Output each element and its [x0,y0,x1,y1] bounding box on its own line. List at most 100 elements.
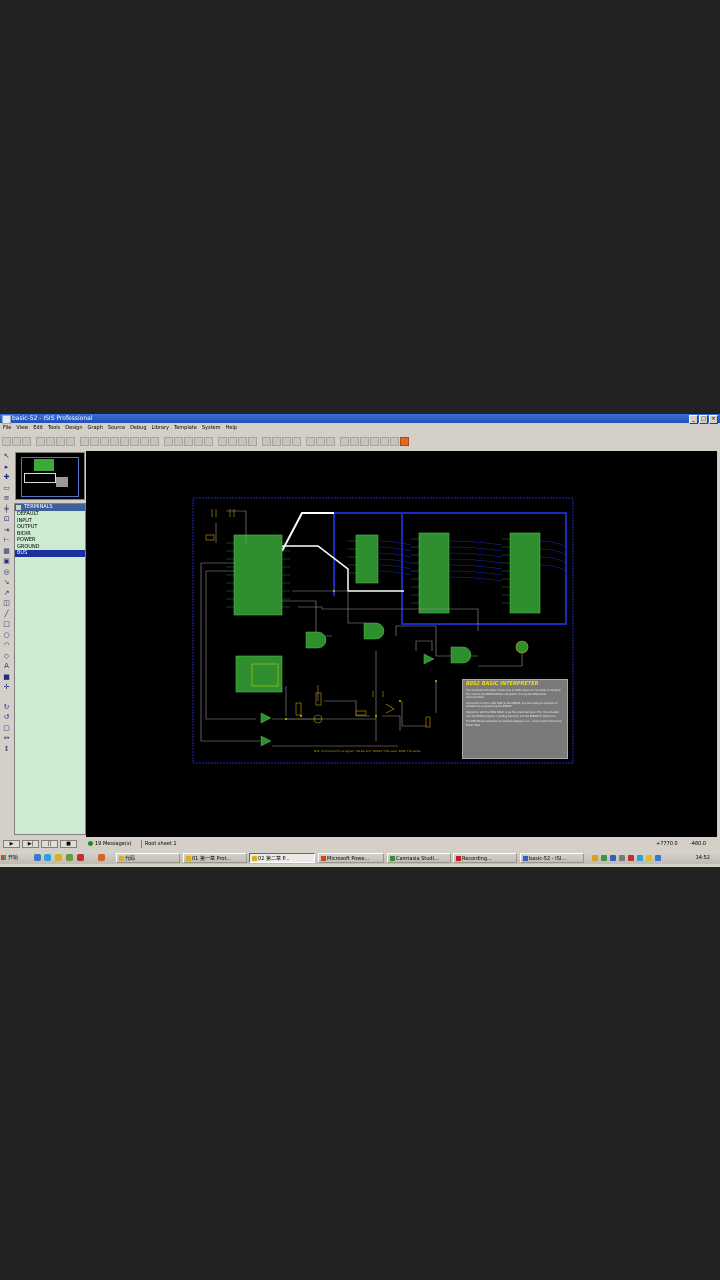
volume-icon[interactable] [646,855,652,861]
redo-button[interactable] [174,436,183,446]
pan-button[interactable] [110,436,119,446]
terminals-mode-icon[interactable]: ⇥ [2,526,11,535]
task-chapter-2[interactable]: 02 第二章 P... [249,853,315,863]
virtual-instruments-icon[interactable]: ◫ [2,599,11,608]
pick-button[interactable] [16,505,21,510]
schematic-canvas[interactable]: 8052 BASIC INTERPRETER This schematic/si… [86,451,717,837]
maximize-button[interactable]: □ [699,415,708,424]
copy-button[interactable] [194,436,203,446]
tray-icon[interactable] [655,855,661,861]
rotate-ccw-icon[interactable]: ↺ [2,713,11,722]
symbol-tool-icon[interactable]: ■ [2,673,11,682]
export-button[interactable] [46,436,55,446]
redraw-button[interactable] [80,436,89,446]
arc-tool-icon[interactable]: ◠ [2,641,11,650]
play-button[interactable]: ▶ [3,840,20,848]
open-file-button[interactable] [12,436,21,446]
decompose-button[interactable] [292,436,301,446]
text-script-icon[interactable]: ≡ [2,494,11,503]
box-tool-icon[interactable]: □ [2,620,11,629]
ares-button[interactable] [400,436,409,446]
tray-icon[interactable] [619,855,625,861]
search-tag-button[interactable] [316,436,325,446]
exit-parent-button[interactable] [360,436,369,446]
mirror-horizontal-icon[interactable]: ↔ [2,734,11,743]
menu-library[interactable]: Library [152,424,169,433]
subcircuit-icon[interactable]: ⊡ [2,515,11,524]
zoom-area-button[interactable] [150,436,159,446]
messages-indicator[interactable]: 19 Message(s) [88,840,131,848]
ie-icon[interactable] [44,854,51,861]
rotation-angle-icon[interactable]: ▢ [2,724,11,733]
save-file-button[interactable] [22,436,31,446]
task-isis[interactable]: basic-52 - ISI... [520,853,584,863]
grid-button[interactable] [90,436,99,446]
stop-button[interactable]: ■ [60,840,77,848]
tray-icon[interactable] [601,855,607,861]
netlist-button[interactable] [390,436,399,446]
close-button[interactable]: × [709,415,718,424]
bill-of-materials-button[interactable] [370,436,379,446]
acrobat-icon[interactable] [77,854,84,861]
network-icon[interactable] [610,855,616,861]
current-probe-icon[interactable]: ↗ [2,589,11,598]
print-button[interactable] [56,436,65,446]
show-desktop-icon[interactable] [34,854,41,861]
circle-tool-icon[interactable]: ○ [2,631,11,640]
cut-button[interactable] [184,436,193,446]
folder-icon[interactable] [55,854,62,861]
import-button[interactable] [36,436,45,446]
app-icon[interactable] [66,854,73,861]
mirror-vertical-icon[interactable]: ↕ [2,745,11,754]
menu-edit[interactable]: Edit [33,424,43,433]
block-rotate-button[interactable] [238,436,247,446]
quicklaunch-icon[interactable] [98,854,105,861]
tray-icon[interactable] [628,855,634,861]
zoom-all-button[interactable] [140,436,149,446]
packaging-button[interactable] [282,436,291,446]
menu-help[interactable]: Help [225,424,236,433]
start-button[interactable]: 开始 [1,853,26,863]
terminal-bus[interactable]: BUS [15,550,85,557]
menu-graph[interactable]: Graph [88,424,103,433]
component-mode-icon[interactable]: ▸ [2,463,11,472]
tray-icon[interactable] [637,855,643,861]
new-sheet-button[interactable] [340,436,349,446]
path-tool-icon[interactable]: ◇ [2,652,11,661]
taskbar-clock[interactable]: 14:52 [696,853,710,863]
bus-mode-icon[interactable]: ╪ [2,505,11,514]
make-device-button[interactable] [272,436,281,446]
zoom-in-button[interactable] [120,436,129,446]
tape-recorder-icon[interactable]: ▣ [2,557,11,566]
erc-button[interactable] [380,436,389,446]
line-tool-icon[interactable]: ╱ [2,610,11,619]
block-move-button[interactable] [228,436,237,446]
origin-button[interactable] [100,436,109,446]
wire-autorouter-button[interactable] [306,436,315,446]
graph-mode-icon[interactable]: ▦ [2,547,11,556]
new-file-button[interactable] [2,436,11,446]
wire-label-icon[interactable]: ▭ [2,484,11,493]
menu-tools[interactable]: Tools [48,424,60,433]
text-tool-icon[interactable]: A [2,662,11,671]
overview-window[interactable] [15,452,85,500]
rotate-cw-icon[interactable]: ↻ [2,703,11,712]
menu-debug[interactable]: Debug [130,424,146,433]
print-area-button[interactable] [66,436,75,446]
paste-button[interactable] [204,436,213,446]
block-copy-button[interactable] [218,436,227,446]
task-chapter-1[interactable]: 01 第一章 Prot... [183,853,247,863]
menu-source[interactable]: Source [108,424,125,433]
menu-file[interactable]: File [3,424,11,433]
menu-view[interactable]: View [16,424,28,433]
voltage-probe-icon[interactable]: ↘ [2,578,11,587]
junction-dot-icon[interactable]: ✚ [2,473,11,482]
step-button[interactable]: ▶| [22,840,39,848]
device-pins-icon[interactable]: ⊢ [2,536,11,545]
marker-tool-icon[interactable]: ✛ [2,683,11,692]
block-delete-button[interactable] [248,436,257,446]
selection-mode-icon[interactable]: ↖ [2,452,11,461]
property-tool-button[interactable] [326,436,335,446]
tray-icon[interactable] [592,855,598,861]
generator-icon[interactable]: ◎ [2,568,11,577]
